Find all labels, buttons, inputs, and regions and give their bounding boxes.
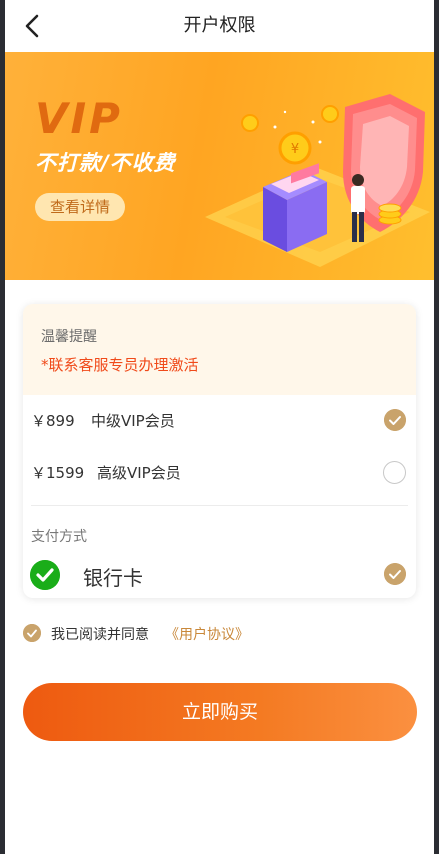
vip-option-intermediate[interactable]: ￥899 中级VIP会员 <box>23 395 416 445</box>
page-title: 开户权限 <box>183 15 256 36</box>
agreement-row: 我已阅读并同意 《用户协议》 <box>23 622 323 646</box>
user-agreement-link[interactable]: 《用户协议》 <box>165 624 249 644</box>
checked-icon <box>384 563 406 585</box>
buy-now-button[interactable]: 立即购买 <box>23 683 417 741</box>
notice-title: 温馨提醒 <box>41 329 97 345</box>
back-button[interactable] <box>19 12 47 40</box>
payment-method-name: 银行卡 <box>83 566 143 590</box>
option-price: ￥899 <box>31 412 75 430</box>
vip-purchase-card: 温馨提醒 *联系客服专员办理激活 ￥899 中级VIP会员 ￥1599 高级VI… <box>23 304 416 598</box>
banner-slogan: 不打款/不收费 <box>35 151 176 175</box>
unchecked-icon <box>383 461 406 484</box>
chevron-left-icon <box>25 14 39 38</box>
notice-box: 温馨提醒 *联系客服专员办理激活 <box>23 304 416 395</box>
option-price: ￥1599 <box>31 464 85 482</box>
agreement-checkbox[interactable] <box>23 624 41 642</box>
payment-label: 支付方式 <box>31 529 87 545</box>
notice-text: *联系客服专员办理激活 <box>41 356 199 374</box>
wechat-pay-icon <box>30 560 60 590</box>
svg-text:¥: ¥ <box>291 142 299 157</box>
option-name: 高级VIP会员 <box>97 464 181 482</box>
option-name: 中级VIP会员 <box>91 412 175 430</box>
vip-option-advanced[interactable]: ￥1599 高级VIP会员 <box>23 447 416 497</box>
checked-icon <box>384 409 406 431</box>
agreement-text: 我已阅读并同意 <box>51 627 149 643</box>
banner-illustration: ¥ <box>205 94 430 267</box>
payment-method-bank-card[interactable]: 银行卡 <box>23 552 416 596</box>
divider <box>31 505 408 506</box>
view-details-button[interactable]: 查看详情 <box>35 193 125 221</box>
vip-banner: VIP 不打款/不收费 查看详情 ¥ <box>5 52 434 280</box>
banner-vip-text: VIP <box>35 94 123 143</box>
app-screen: 开户权限 VIP 不打款/不收费 查看详情 ¥ 温馨提醒 *联系客服专员办理激活… <box>5 0 434 854</box>
header-bar: 开户权限 <box>5 0 434 53</box>
